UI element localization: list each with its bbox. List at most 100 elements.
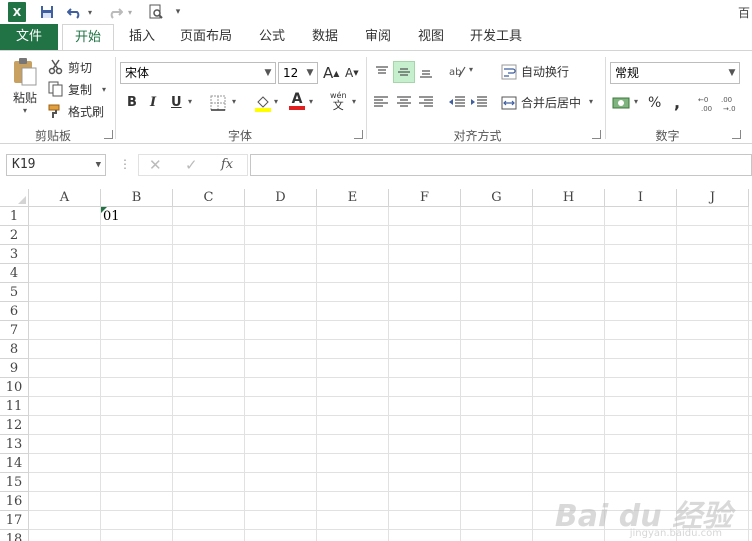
percent-style-button[interactable]: % [648,95,661,111]
name-box-dropdown-icon[interactable]: ▼ [96,155,101,175]
column-header-i[interactable]: I [605,189,677,207]
clipboard-dialog-launcher-icon[interactable] [104,130,113,139]
increase-decimal-button[interactable]: ←0.00 [697,94,717,112]
phonetic-dropdown-icon[interactable]: ▾ [352,97,356,106]
undo-dropdown-icon[interactable]: ▾ [86,2,94,22]
formula-input[interactable] [250,154,752,176]
row-header-15[interactable]: 15 [0,473,29,492]
save-icon[interactable] [38,2,56,22]
align-left-button[interactable] [373,95,389,109]
tab-review[interactable]: 审阅 [356,24,400,50]
tab-developer[interactable]: 开发工具 [462,24,530,50]
undo-icon[interactable] [66,2,84,22]
insert-function-button[interactable]: fx [221,157,233,172]
print-preview-icon[interactable] [146,2,166,22]
row-header-7[interactable]: 7 [0,321,29,340]
font-color-dropdown-icon[interactable]: ▾ [309,97,313,106]
row-header-5[interactable]: 5 [0,283,29,302]
confirm-entry-icon[interactable]: ✓ [185,156,198,174]
select-all-corner[interactable] [0,189,29,207]
number-format-combo[interactable]: 常规 ▼ [610,62,740,84]
accounting-format-button[interactable] [612,95,632,111]
number-format-dropdown-icon[interactable]: ▼ [727,63,737,83]
column-header-b[interactable]: B [101,189,173,207]
increase-indent-button[interactable] [470,95,488,109]
grow-font-button[interactable]: A ▲ [323,64,339,82]
accounting-dropdown-icon[interactable]: ▾ [634,97,638,106]
font-size-combo[interactable]: 12 ▼ [278,62,318,84]
align-right-button[interactable] [418,95,434,109]
fill-color-dropdown-icon[interactable]: ▾ [274,97,278,106]
tab-view[interactable]: 视图 [409,24,453,50]
row-header-11[interactable]: 11 [0,397,29,416]
column-header-a[interactable]: A [29,189,101,207]
merge-center-button[interactable]: 合并后居中 [501,94,581,111]
row-header-8[interactable]: 8 [0,340,29,359]
row-header-1[interactable]: 1 [0,207,29,226]
underline-dropdown-icon[interactable]: ▾ [188,97,192,106]
column-header-c[interactable]: C [173,189,245,207]
merge-dropdown-icon[interactable]: ▾ [589,97,593,106]
column-header-j[interactable]: J [677,189,749,207]
font-size-dropdown-icon[interactable]: ▼ [305,63,315,83]
shrink-font-button[interactable]: A ▼ [345,66,359,80]
row-header-14[interactable]: 14 [0,454,29,473]
row-header-12[interactable]: 12 [0,416,29,435]
row-header-16[interactable]: 16 [0,492,29,511]
cancel-entry-icon[interactable]: ✕ [149,156,162,174]
cut-button[interactable]: 剪切 [48,57,92,77]
orientation-dropdown-icon[interactable]: ▾ [469,65,473,74]
italic-button[interactable]: I [150,95,156,110]
column-header-f[interactable]: F [389,189,461,207]
formula-bar-grip-icon[interactable]: ⋮ [119,157,131,171]
align-bottom-button[interactable] [416,61,436,83]
number-dialog-launcher-icon[interactable] [732,130,741,139]
tab-formulas[interactable]: 公式 [250,24,294,50]
align-top-button[interactable] [372,61,392,83]
tab-data[interactable]: 数据 [303,24,347,50]
alignment-dialog-launcher-icon[interactable] [592,130,601,139]
decrease-indent-button[interactable] [448,95,466,109]
wrap-text-button[interactable]: 自动换行 [501,63,569,80]
decrease-decimal-button[interactable]: .00 →.0 [720,94,742,112]
column-header-g[interactable]: G [461,189,533,207]
column-header-d[interactable]: D [245,189,317,207]
customize-qat-icon[interactable]: ▾ [172,2,184,22]
tab-file[interactable]: 文件 [0,24,58,50]
tab-insert[interactable]: 插入 [120,24,164,50]
align-center-button[interactable] [396,95,412,109]
row-header-3[interactable]: 3 [0,245,29,264]
copy-button[interactable]: 复制 ▾ [48,79,106,99]
row-header-9[interactable]: 9 [0,359,29,378]
row-header-2[interactable]: 2 [0,226,29,245]
row-header-10[interactable]: 10 [0,378,29,397]
row-header-17[interactable]: 17 [0,511,29,530]
cell-b1[interactable]: 01 [103,209,120,224]
tab-page-layout[interactable]: 页面布局 [174,24,238,50]
paste-button[interactable]: 粘贴 ▾ [8,57,42,125]
redo-dropdown-icon[interactable]: ▾ [126,2,134,22]
orientation-button[interactable]: ab [449,63,467,79]
borders-dropdown-icon[interactable]: ▾ [232,97,236,106]
fill-color-button[interactable] [254,94,272,112]
bold-button[interactable]: B [127,95,137,110]
tab-home[interactable]: 开始 [62,24,114,51]
row-header-4[interactable]: 4 [0,264,29,283]
font-color-button[interactable]: A [289,92,305,110]
font-name-combo[interactable]: 宋体 ▼ [120,62,276,84]
font-dialog-launcher-icon[interactable] [354,130,363,139]
align-middle-button[interactable] [393,61,415,83]
row-header-6[interactable]: 6 [0,302,29,321]
column-header-h[interactable]: H [533,189,605,207]
font-name-dropdown-icon[interactable]: ▼ [263,63,273,83]
phonetic-guide-button[interactable]: wén 文 [330,91,347,111]
redo-icon[interactable] [106,2,124,22]
name-box[interactable]: K19 ▼ [6,154,106,176]
comma-style-button[interactable]: , [674,93,680,112]
row-header-18[interactable]: 18 [0,530,29,541]
borders-button[interactable] [210,95,226,111]
format-painter-button[interactable]: 格式刷 [48,101,104,121]
row-header-13[interactable]: 13 [0,435,29,454]
underline-button[interactable]: U [171,95,182,110]
column-header-e[interactable]: E [317,189,389,207]
